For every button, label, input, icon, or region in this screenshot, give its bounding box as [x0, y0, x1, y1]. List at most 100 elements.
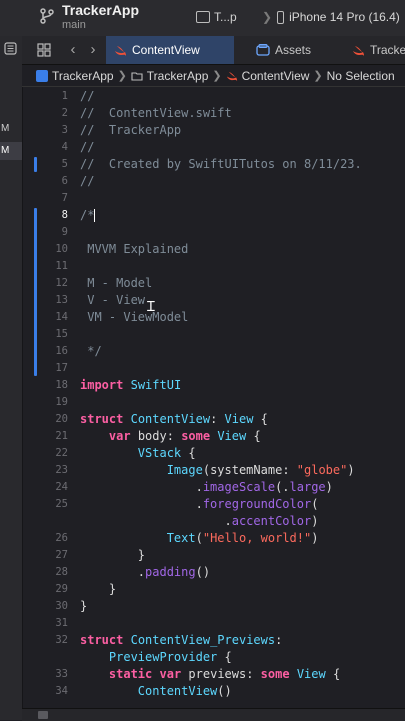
folder-icon [131, 71, 143, 81]
code-line[interactable]: 27 } [22, 547, 405, 564]
code-text: var body: some View { [108, 429, 261, 443]
code-line[interactable]: 24 .imageScale(.large) [22, 479, 405, 496]
debug-area-icon[interactable] [38, 711, 48, 719]
tab-assets[interactable]: Assets [248, 36, 319, 64]
code-line[interactable]: 12 M - Model [22, 275, 405, 292]
line-number: 20 [55, 413, 68, 425]
sidebar-item[interactable]: M [0, 120, 22, 138]
code-text: // ContentView.swift [80, 106, 232, 120]
code-line[interactable]: 28 .padding() [22, 564, 405, 581]
code-line[interactable]: 16 */ [22, 343, 405, 360]
code-text: MVVM Explained [80, 242, 189, 256]
breadcrumb-folder[interactable]: TrackerApp [147, 69, 209, 83]
sidebar-item-selected[interactable]: M [0, 142, 22, 160]
line-number: 10 [55, 243, 68, 255]
line-number: 2 [61, 107, 68, 119]
line-number: 3 [61, 124, 68, 136]
code-line[interactable]: PreviewProvider { [22, 649, 405, 666]
text-cursor-icon: Ɪ [147, 299, 155, 315]
line-number: 19 [55, 396, 68, 408]
code-text: .padding() [80, 565, 211, 579]
line-number: 6 [61, 175, 68, 187]
swift-icon [353, 45, 364, 56]
code-line[interactable]: 15 [22, 326, 405, 343]
forward-chevron-icon[interactable]: › [84, 41, 102, 59]
code-line[interactable]: 7 [22, 190, 405, 207]
tab-trackerapp[interactable]: Tracke [344, 36, 405, 64]
code-line[interactable]: 29 } [22, 581, 405, 598]
line-number: 14 [55, 311, 68, 323]
code-line[interactable]: 1 // [22, 88, 405, 105]
grid-icon[interactable] [37, 43, 51, 57]
code-line[interactable]: 30} [22, 598, 405, 615]
code-line[interactable]: 6 // [22, 173, 405, 190]
line-number: 23 [55, 464, 68, 476]
code-text: // [80, 89, 95, 103]
code-line[interactable]: 31 [22, 615, 405, 632]
code-line[interactable]: 8 /* [22, 207, 405, 224]
breadcrumb-file[interactable]: ContentView [242, 69, 310, 83]
branch-icon[interactable] [38, 7, 56, 25]
code-line[interactable]: 32 struct ContentView_Previews: [22, 632, 405, 649]
app-title: TrackerApp [62, 2, 140, 18]
code-line[interactable]: 34 ContentView() [22, 683, 405, 700]
code-line[interactable]: 19 [22, 394, 405, 411]
code-line[interactable]: 13 V - View [22, 292, 405, 309]
code-line[interactable]: 11 [22, 258, 405, 275]
caret [94, 209, 96, 222]
tab-contentview[interactable]: ContentView [106, 36, 234, 64]
breadcrumb-selection[interactable]: No Selection [327, 69, 395, 83]
code-line[interactable]: 23 Image(systemName: "globe") [22, 462, 405, 479]
line-number: 12 [55, 277, 68, 289]
code-text: // [80, 140, 95, 154]
code-text: VM - ViewModel [80, 310, 189, 324]
code-line[interactable]: 26 Text("Hello, world!") [22, 530, 405, 547]
project-icon [36, 69, 48, 82]
line-number: 28 [55, 566, 68, 578]
code-text: struct ContentView_Previews: [80, 633, 283, 647]
line-number: 11 [55, 260, 68, 272]
code-line[interactable]: 9 [22, 224, 405, 241]
code-text: struct ContentView: View { [80, 412, 268, 426]
code-line[interactable]: 10 MVVM Explained [22, 241, 405, 258]
breadcrumb-chevron-icon: ❯ [117, 70, 127, 82]
change-marker[interactable] [34, 157, 37, 172]
code-line[interactable]: 18 import SwiftUI [22, 377, 405, 394]
code-line[interactable]: 21 var body: some View { [22, 428, 405, 445]
tab-label: Tracke [370, 43, 405, 57]
code-line[interactable]: .accentColor) [22, 513, 405, 530]
back-chevron-icon[interactable]: ‹ [64, 41, 82, 59]
device-selector[interactable]: ❯ iPhone 14 Pro (16.4) [262, 7, 400, 27]
code-line[interactable]: 2 // ContentView.swift [22, 105, 405, 122]
tab-label: ContentView [132, 43, 200, 57]
title-bar: TrackerApp main T...p ❯ iPhone 14 Pro (1… [0, 0, 405, 36]
line-number: 21 [55, 430, 68, 442]
assets-icon [256, 44, 270, 56]
code-line[interactable]: 22 VStack { [22, 445, 405, 462]
code-text: VStack { [137, 446, 196, 460]
line-number: 7 [61, 192, 68, 204]
code-line[interactable]: 25 .foregroundColor( [22, 496, 405, 513]
line-number: 30 [55, 600, 68, 612]
line-number: 27 [55, 549, 68, 561]
code-editor[interactable]: 1 // 2 // ContentView.swift 3 // TrackerApp 4 /… [22, 88, 405, 708]
editor-tab-bar: ‹ › ContentView Assets Tracke [22, 36, 405, 65]
line-number: 17 [55, 362, 68, 374]
code-line[interactable]: 33 static var previews: some View { [22, 666, 405, 683]
line-number: 33 [55, 668, 68, 680]
code-line[interactable]: 5 // Created by SwiftUITutos on 8/11/23. [22, 156, 405, 173]
scheme-selector[interactable]: T...p [196, 7, 237, 27]
code-text: static var previews: some View { [108, 667, 341, 681]
code-text: import SwiftUI [80, 378, 182, 392]
code-line[interactable]: 14 VM - ViewModel [22, 309, 405, 326]
line-number: 4 [61, 141, 68, 153]
change-marker[interactable] [34, 208, 37, 376]
code-line[interactable]: 17 [22, 360, 405, 377]
code-line[interactable]: 3 // TrackerApp [22, 122, 405, 139]
code-line[interactable]: 4 // [22, 139, 405, 156]
separator-chevron-icon: ❯ [262, 10, 273, 24]
breadcrumb-project[interactable]: TrackerApp [52, 69, 114, 83]
code-line[interactable]: 20 struct ContentView: View { [22, 411, 405, 428]
navigator-toggle-icon[interactable] [4, 42, 17, 55]
breadcrumb-chevron-icon: ❯ [313, 70, 323, 82]
